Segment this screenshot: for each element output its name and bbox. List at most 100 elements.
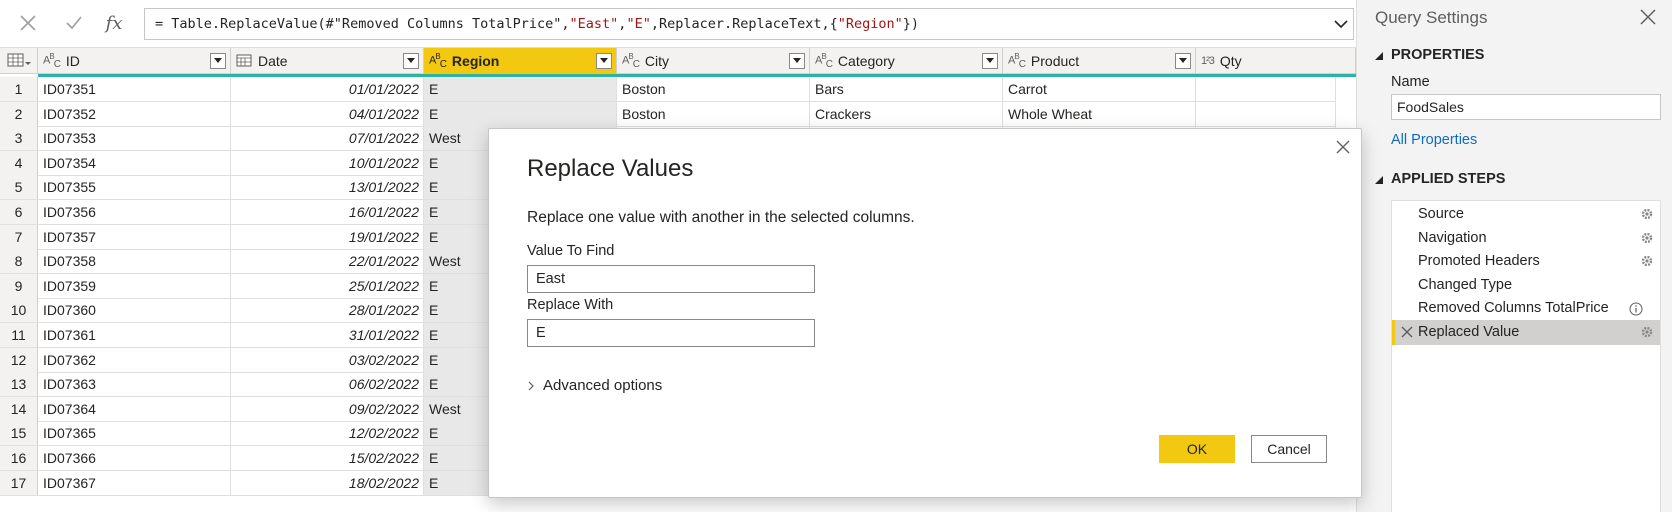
cell-date[interactable]: 16/01/2022 [231, 200, 424, 225]
collapse-triangle-icon[interactable] [1375, 52, 1383, 60]
number-type-icon[interactable]: 1²3 [1201, 55, 1215, 67]
cell-qty[interactable] [1196, 77, 1336, 102]
column-filter-button[interactable] [403, 53, 419, 69]
row-number[interactable]: 13 [0, 372, 38, 398]
cell-date[interactable]: 07/01/2022 [231, 126, 424, 152]
cell-date[interactable]: 25/01/2022 [231, 273, 424, 299]
delete-step-icon[interactable] [1401, 326, 1413, 338]
insert-function-button[interactable]: fx [96, 8, 132, 38]
row-number[interactable]: 14 [0, 396, 38, 422]
cell-id[interactable]: ID07351 [38, 77, 231, 102]
applied-step[interactable]: Replaced Value [1392, 320, 1660, 345]
cell-city[interactable]: Boston [617, 101, 810, 127]
gear-icon[interactable] [1640, 207, 1654, 221]
cell-date[interactable]: 19/01/2022 [231, 224, 424, 250]
query-name-input[interactable]: FoodSales [1391, 94, 1661, 120]
gear-icon[interactable] [1640, 325, 1654, 339]
row-number[interactable]: 15 [0, 421, 38, 447]
column-filter-button[interactable] [789, 53, 805, 69]
row-number[interactable]: 1 [0, 77, 38, 102]
cell-qty[interactable] [1196, 101, 1336, 127]
close-icon[interactable] [1335, 139, 1351, 155]
row-number[interactable]: 12 [0, 347, 38, 373]
column-filter-button[interactable] [596, 53, 612, 69]
cell-id[interactable]: ID07353 [38, 126, 231, 152]
expand-formula-button[interactable] [1326, 9, 1356, 39]
column-filter-button[interactable] [210, 53, 226, 69]
cell-date[interactable]: 01/01/2022 [231, 77, 424, 102]
row-number[interactable]: 9 [0, 273, 38, 299]
applied-step[interactable]: Removed Columns TotalPrice [1392, 296, 1660, 321]
cell-id[interactable]: ID07361 [38, 323, 231, 348]
cell-region[interactable]: E [424, 101, 617, 127]
cell-date[interactable]: 12/02/2022 [231, 421, 424, 447]
collapse-triangle-icon[interactable] [1375, 176, 1383, 184]
column-header-date[interactable]: Date [231, 48, 424, 74]
gear-icon[interactable] [1640, 231, 1654, 245]
applied-step[interactable]: Changed Type [1392, 273, 1660, 298]
all-properties-link[interactable]: All Properties [1391, 132, 1477, 148]
cell-date[interactable]: 06/02/2022 [231, 372, 424, 398]
cell-id[interactable]: ID07364 [38, 396, 231, 422]
cancel-button[interactable]: Cancel [1251, 435, 1327, 463]
cell-date[interactable]: 10/01/2022 [231, 150, 424, 176]
cell-date[interactable]: 09/02/2022 [231, 396, 424, 422]
cell-date[interactable]: 03/02/2022 [231, 347, 424, 373]
table-menu-button[interactable] [0, 48, 38, 74]
text-type-icon[interactable]: ABC [429, 52, 447, 70]
ok-button[interactable]: OK [1159, 435, 1235, 463]
cell-id[interactable]: ID07365 [38, 421, 231, 447]
replace-with-input[interactable] [527, 319, 815, 347]
applied-step[interactable]: Promoted Headers [1392, 249, 1660, 274]
cell-date[interactable]: 22/01/2022 [231, 249, 424, 275]
advanced-options-toggle[interactable]: Advanced options [527, 377, 662, 394]
cancel-formula-button[interactable] [10, 8, 46, 38]
cell-date[interactable]: 31/01/2022 [231, 323, 424, 348]
row-number[interactable]: 6 [0, 200, 38, 225]
applied-step[interactable]: Source [1392, 202, 1660, 227]
row-number[interactable]: 5 [0, 175, 38, 201]
text-type-icon[interactable]: ABC [815, 52, 833, 70]
text-type-icon[interactable]: ABC [43, 52, 61, 70]
cell-city[interactable]: Boston [617, 77, 810, 102]
column-header-category[interactable]: ABC Category [810, 48, 1003, 74]
row-number[interactable]: 4 [0, 150, 38, 176]
column-header-id[interactable]: ABC ID [38, 48, 231, 74]
formula-input[interactable]: = Table.ReplaceValue(#"Removed Columns T… [144, 8, 1354, 40]
gear-icon[interactable] [1640, 254, 1654, 268]
cell-date[interactable]: 15/02/2022 [231, 446, 424, 471]
cell-id[interactable]: ID07359 [38, 273, 231, 299]
cell-id[interactable]: ID07360 [38, 298, 231, 324]
column-filter-button[interactable] [982, 53, 998, 69]
cell-id[interactable]: ID07358 [38, 249, 231, 275]
cell-id[interactable]: ID07355 [38, 175, 231, 201]
text-type-icon[interactable]: ABC [1008, 52, 1026, 70]
cell-id[interactable]: ID07366 [38, 446, 231, 471]
table-row[interactable]: 1 ID07351 01/01/2022 E Boston Bars Carrot [0, 77, 1336, 102]
row-number[interactable]: 10 [0, 298, 38, 324]
row-number[interactable]: 8 [0, 249, 38, 275]
cell-category[interactable]: Crackers [810, 101, 1003, 127]
cell-id[interactable]: ID07362 [38, 347, 231, 373]
cell-id[interactable]: ID07356 [38, 200, 231, 225]
text-type-icon[interactable]: ABC [622, 52, 640, 70]
cell-date[interactable]: 18/02/2022 [231, 470, 424, 496]
applied-step[interactable]: Navigation [1392, 226, 1660, 251]
date-type-icon[interactable] [236, 53, 252, 70]
cell-region[interactable]: E [424, 77, 617, 102]
column-header-city[interactable]: ABC City [617, 48, 810, 74]
commit-formula-button[interactable] [56, 8, 92, 38]
cell-product[interactable]: Whole Wheat [1003, 101, 1196, 127]
column-header-region[interactable]: ABC Region [424, 48, 617, 74]
row-number[interactable]: 3 [0, 126, 38, 152]
cell-date[interactable]: 04/01/2022 [231, 101, 424, 127]
cell-date[interactable]: 13/01/2022 [231, 175, 424, 201]
cell-date[interactable]: 28/01/2022 [231, 298, 424, 324]
cell-id[interactable]: ID07354 [38, 150, 231, 176]
cell-id[interactable]: ID07352 [38, 101, 231, 127]
cell-id[interactable]: ID07357 [38, 224, 231, 250]
column-header-qty[interactable]: 1²3 Qty [1196, 48, 1356, 74]
row-number[interactable]: 11 [0, 323, 38, 348]
cell-id[interactable]: ID07363 [38, 372, 231, 398]
column-header-product[interactable]: ABC Product [1003, 48, 1196, 74]
